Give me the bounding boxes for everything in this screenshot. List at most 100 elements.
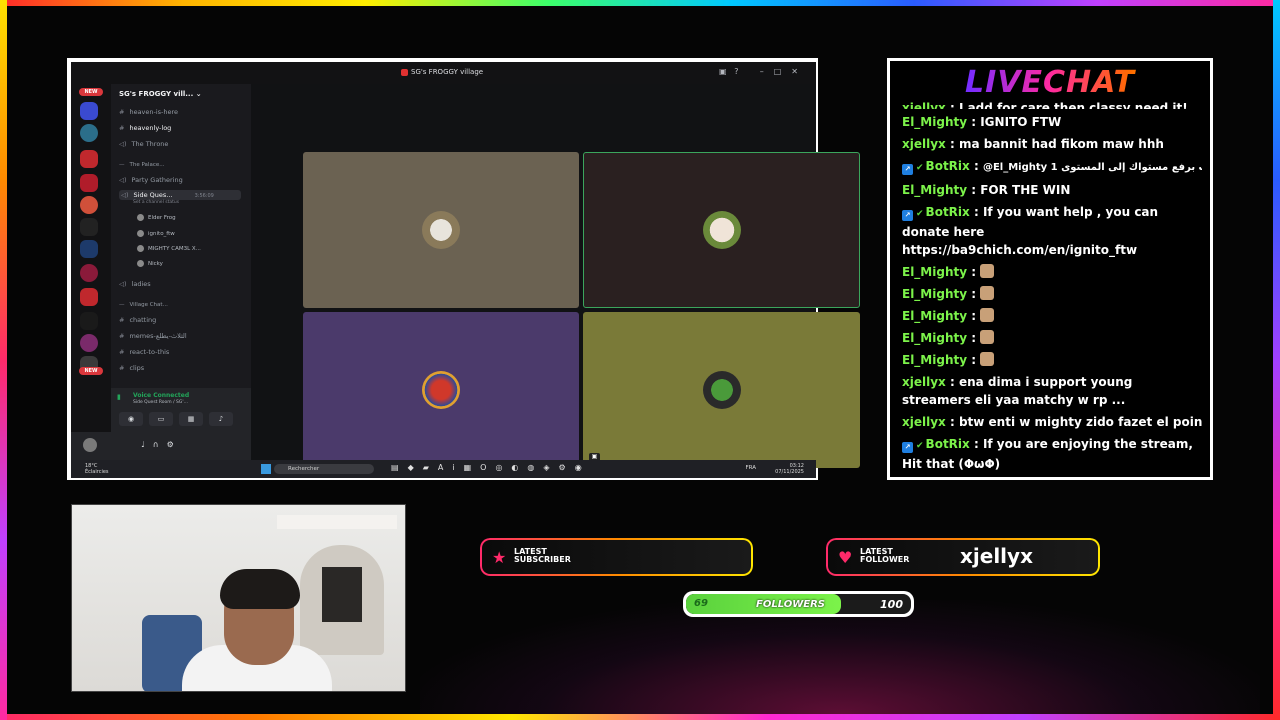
- livechat-inner: LIVECHAT xjellyx : I add for care then c…: [890, 61, 1210, 477]
- server-icon-5[interactable]: [80, 196, 98, 214]
- channel-heaven-is-here[interactable]: # heaven-is-here: [119, 108, 178, 116]
- line-icon: —: [119, 162, 125, 168]
- frame-bottom-border: [0, 714, 1280, 720]
- category-the-palace[interactable]: — The Palace...: [119, 162, 164, 168]
- participant-tile-3[interactable]: [303, 312, 579, 468]
- system-tray: FRA: [745, 465, 756, 471]
- minimize-icon[interactable]: –: [760, 67, 774, 76]
- task-view-icon[interactable]: ▤: [391, 463, 408, 472]
- star-icon: ★: [492, 548, 507, 567]
- channel-react-to-this[interactable]: # react-to-this: [119, 348, 169, 356]
- whatsapp-icon[interactable]: ◎: [495, 463, 511, 472]
- server-icon-3[interactable]: [80, 150, 98, 168]
- voice-connected-panel: ▮ Voice Connected Side Quest Room / SG'.…: [111, 388, 251, 432]
- channel-clips[interactable]: # clips: [119, 364, 144, 372]
- voice-member-4[interactable]: Nicky: [137, 260, 163, 267]
- settings-icon[interactable]: ⚙: [559, 463, 575, 472]
- server-icon: [401, 68, 408, 76]
- mic-icon[interactable]: ♩: [141, 440, 153, 449]
- teams-icon[interactable]: ◆: [408, 463, 423, 472]
- taskbar-search[interactable]: Rechercher: [274, 464, 374, 474]
- followers-goal-bar: 69 FOLLOWERS 100: [683, 591, 914, 617]
- chat-message: xjellyx : ena dima i support young strea…: [902, 375, 1133, 407]
- inbox-icon[interactable]: ▣: [719, 67, 727, 76]
- illustrator-icon[interactable]: Ai: [438, 463, 464, 472]
- voice-status: Voice Connected: [133, 392, 190, 399]
- server-icon-11[interactable]: [80, 334, 98, 352]
- user-panel: ♩∩⚙: [71, 432, 251, 460]
- gear-icon[interactable]: ⚙: [167, 440, 182, 449]
- voice-stage: ▣: [251, 84, 860, 468]
- voice-member-1[interactable]: Elder Frog: [137, 214, 176, 221]
- windows-start-icon[interactable]: [261, 464, 271, 474]
- server-icon-9[interactable]: [80, 288, 98, 306]
- channel-party-gathering[interactable]: ◁) Party Gathering: [119, 176, 183, 184]
- server-icon-7[interactable]: [80, 240, 98, 258]
- channel-heavenly-log[interactable]: # heavenly-log: [119, 124, 171, 132]
- avatar: [137, 260, 144, 267]
- participant-tile-1[interactable]: [303, 152, 579, 308]
- avatar[interactable]: [83, 438, 97, 452]
- server-icon-10[interactable]: [80, 312, 98, 330]
- server-name[interactable]: SG's FROGGY vill... ⌄: [119, 90, 202, 98]
- close-icon[interactable]: ✕: [791, 67, 808, 76]
- server-icon-2[interactable]: [80, 124, 98, 142]
- participant-tile-2[interactable]: [583, 152, 860, 308]
- participant-tile-4[interactable]: ▣: [583, 312, 860, 468]
- channel-chatting[interactable]: # chatting: [119, 316, 156, 324]
- discord-window-capture: SG's FROGGY village ▣ ? –□✕ NEW NEW SG's…: [67, 58, 860, 480]
- chat-message-bot: ↗ ✔ BotRix : If you are enjoying the strea…: [902, 437, 1193, 471]
- chat-message: El_Mighty :: [902, 351, 1202, 369]
- screen-share-button[interactable]: ▭: [149, 412, 173, 426]
- server-icon-1[interactable]: [80, 102, 98, 120]
- category-village-chat[interactable]: — Village Chat...: [119, 302, 168, 308]
- steam-icon[interactable]: ◈: [543, 463, 558, 472]
- voice-member-3[interactable]: MIGHTY CAM3L X...: [137, 245, 201, 252]
- avatar: [422, 211, 460, 249]
- webcam-ceiling: [277, 515, 397, 529]
- server-icon-4[interactable]: [80, 174, 98, 192]
- webcam-hair: [220, 569, 300, 609]
- voice-member-2[interactable]: ignito_ftw: [137, 230, 175, 237]
- chat-message: El_Mighty :: [902, 307, 1202, 325]
- webcam-feed: [71, 504, 406, 692]
- soundboard-button[interactable]: ♪: [209, 412, 233, 426]
- clock[interactable]: 03:12 07/11/2025: [775, 463, 804, 475]
- chat-message: El_Mighty :: [902, 285, 1202, 303]
- activity-button[interactable]: ▦: [179, 412, 203, 426]
- weather-widget[interactable]: 18°C Éclaircies: [85, 463, 109, 475]
- cat-emote-icon: [980, 308, 995, 322]
- chat-messages: xjellyx : I add for care then classy nee…: [902, 91, 1202, 477]
- user-controls: ♩∩⚙: [141, 440, 182, 449]
- camera-button[interactable]: ◉: [119, 412, 143, 426]
- verified-check-icon: ✔: [916, 163, 924, 173]
- obs-icon[interactable]: ◉: [575, 463, 591, 472]
- maximize-icon[interactable]: □: [774, 67, 792, 76]
- channel-the-throne[interactable]: ◁) The Throne: [119, 140, 168, 148]
- latest-follower-bar: ♥ LATEST FOLLOWER xjellyx: [826, 538, 1100, 576]
- folder-icon[interactable]: ▰: [423, 463, 438, 472]
- channel-memes[interactable]: # memes-الثلاث-يطلع: [119, 332, 187, 340]
- opera-icon[interactable]: O: [480, 463, 495, 472]
- store-icon[interactable]: ▦: [464, 463, 481, 472]
- chat-message: El_Mighty :: [902, 329, 1202, 347]
- line-icon: —: [119, 302, 125, 308]
- discord-icon[interactable]: ◐: [511, 463, 527, 472]
- windows-taskbar: 18°C Éclaircies Rechercher ▤◆▰Ai▦O◎◐◍◈⚙◉ …: [71, 460, 816, 478]
- hash-icon: #: [119, 316, 125, 324]
- server-icon-8[interactable]: [80, 264, 98, 282]
- chrome-icon[interactable]: ◍: [527, 463, 543, 472]
- channel-side-quest[interactable]: ◁) Side Ques... 3:56:09: [119, 190, 241, 200]
- window-title-text: SG's FROGGY village: [411, 68, 484, 76]
- server-list: NEW NEW: [71, 84, 111, 460]
- server-icon-6[interactable]: [80, 218, 98, 236]
- language-indicator[interactable]: FRA: [745, 465, 756, 471]
- latest-subscriber-bar: ★ LATEST SUBSCRIBER: [480, 538, 753, 576]
- help-icon[interactable]: ?: [734, 67, 738, 76]
- channel-ladies[interactable]: ◁) ladies: [119, 280, 151, 288]
- headset-icon[interactable]: ∩: [153, 440, 167, 449]
- discord-titlebar: SG's FROGGY village ▣ ? –□✕: [71, 62, 816, 84]
- verified-check-icon: ✔: [916, 441, 924, 451]
- speaker-icon: ◁): [121, 191, 129, 199]
- followers-current: 69: [694, 598, 708, 609]
